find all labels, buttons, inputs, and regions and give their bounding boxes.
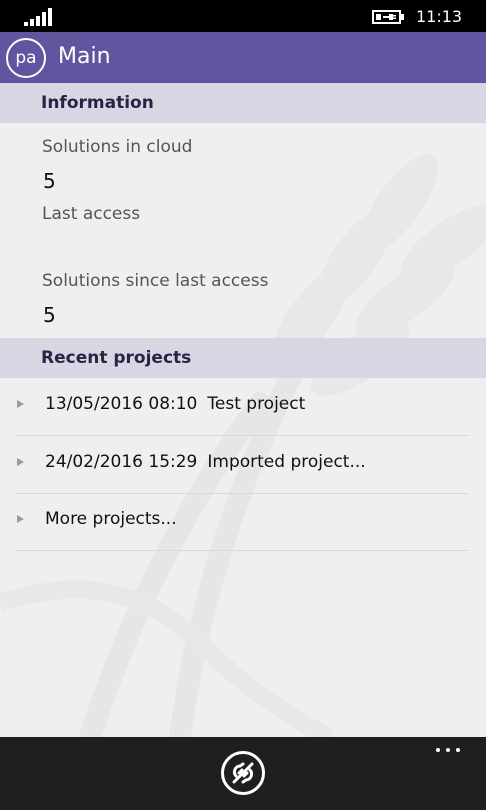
app-bar <box>0 737 486 810</box>
clock: 11:13 <box>416 7 463 26</box>
disconnect-plug-icon <box>232 762 254 784</box>
arrow-right-icon <box>17 458 24 466</box>
information-header: Information <box>0 83 486 123</box>
project-row[interactable]: 24/02/2016 15:29 Imported project... <box>15 436 469 494</box>
more-dots-icon[interactable] <box>436 748 462 754</box>
solutions-since-last-access-value: 5 <box>43 303 56 327</box>
more-projects-label: More projects... <box>45 509 177 529</box>
project-row-text: 24/02/2016 15:29 Imported project... <box>45 451 366 473</box>
disconnect-button[interactable] <box>221 751 265 795</box>
recent-projects-heading: Recent projects <box>41 348 192 368</box>
last-access-label: Last access <box>42 204 141 224</box>
project-date: 24/02/2016 15:29 <box>45 452 198 472</box>
project-name: Imported project... <box>207 452 366 472</box>
title-bar: pa Main <box>0 32 486 83</box>
project-name: Test project <box>207 394 306 414</box>
more-projects-row[interactable]: More projects... <box>15 493 469 551</box>
solutions-in-cloud-label: Solutions in cloud <box>42 137 193 157</box>
arrow-right-icon <box>17 400 24 408</box>
main-content: Information Solutions in cloud 5 Last ac… <box>0 83 486 737</box>
arrow-right-icon <box>17 515 24 523</box>
project-row[interactable]: 13/05/2016 08:10 Test project <box>15 378 469 436</box>
recent-projects-header: Recent projects <box>0 338 486 378</box>
project-date: 13/05/2016 08:10 <box>45 394 198 414</box>
solutions-since-last-access-label: Solutions since last access <box>42 271 269 291</box>
battery-charging-icon <box>372 10 404 24</box>
information-heading: Information <box>41 93 154 113</box>
status-bar: 11:13 <box>0 0 486 32</box>
solutions-in-cloud-value: 5 <box>43 169 56 193</box>
project-row-text: 13/05/2016 08:10 Test project <box>45 393 305 415</box>
page-title: Main <box>58 44 111 69</box>
app-logo: pa <box>6 38 46 78</box>
signal-strength-icon <box>24 8 56 26</box>
